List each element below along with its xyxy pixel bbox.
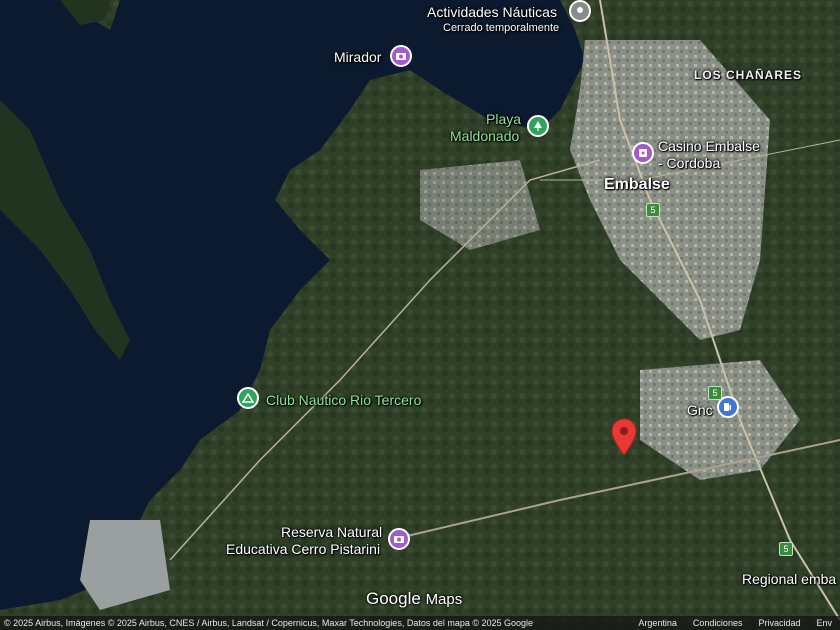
area-embalse[interactable]: Embalse <box>604 176 670 194</box>
google-wordmark: Google <box>366 589 421 608</box>
casino-pin[interactable] <box>632 142 654 164</box>
reserva-line1[interactable]: Reserva Natural <box>281 524 382 540</box>
casino-line2[interactable]: - Cordoba <box>658 155 720 171</box>
club-pin[interactable] <box>237 387 259 409</box>
playa-pin[interactable] <box>527 115 549 137</box>
camera-icon <box>396 53 406 60</box>
pin-gray-icon <box>577 7 583 13</box>
playa-line2[interactable]: Maldonado <box>450 128 519 144</box>
casino-icon <box>639 149 647 157</box>
mirador-label[interactable]: Mirador <box>334 49 381 65</box>
area-los-chanares: LOS CHAÑARES <box>694 68 803 82</box>
route-badge: 5 <box>779 542 793 556</box>
footer-link-terms[interactable]: Condiciones <box>685 618 751 628</box>
reserva-line2[interactable]: Educativa Cerro Pistarini <box>226 541 380 557</box>
route-badge: 5 <box>646 203 660 217</box>
gas-station-icon <box>724 403 731 411</box>
attribution-text: © 2025 Airbus, Imágenes © 2025 Airbus, C… <box>4 618 534 628</box>
footer-link-region[interactable]: Argentina <box>630 618 685 628</box>
casino-line1[interactable]: Casino Embalse <box>658 138 760 154</box>
camping-icon <box>242 392 254 403</box>
red-location-pin-icon[interactable] <box>610 418 638 456</box>
maps-wordmark: Maps <box>425 591 463 608</box>
gnc-label[interactable]: Gnc <box>687 402 713 418</box>
actividades-title[interactable]: Actividades Náuticas <box>427 4 557 20</box>
club-label[interactable]: Club Nautico Rio Tercero <box>266 392 421 408</box>
footer-link-privacy[interactable]: Privacidad <box>750 618 808 628</box>
google-maps-logo: Google Maps <box>366 589 462 609</box>
footer-link-feedback[interactable]: Env <box>808 618 840 628</box>
route-badge: 5 <box>708 386 722 400</box>
actividades-pin[interactable] <box>569 0 591 22</box>
regional-label[interactable]: Regional emba <box>742 571 836 587</box>
mirador-pin[interactable] <box>390 45 412 67</box>
park-icon <box>534 121 542 131</box>
reserva-pin[interactable] <box>388 528 410 550</box>
actividades-subtitle: Cerrado temporalmente <box>443 22 560 34</box>
playa-line1[interactable]: Playa <box>486 111 521 127</box>
camera-icon <box>394 536 404 543</box>
attribution-bar: © 2025 Airbus, Imágenes © 2025 Airbus, C… <box>0 616 840 630</box>
footer-links: Argentina Condiciones Privacidad Env <box>630 618 840 628</box>
satellite-map[interactable] <box>0 0 840 630</box>
